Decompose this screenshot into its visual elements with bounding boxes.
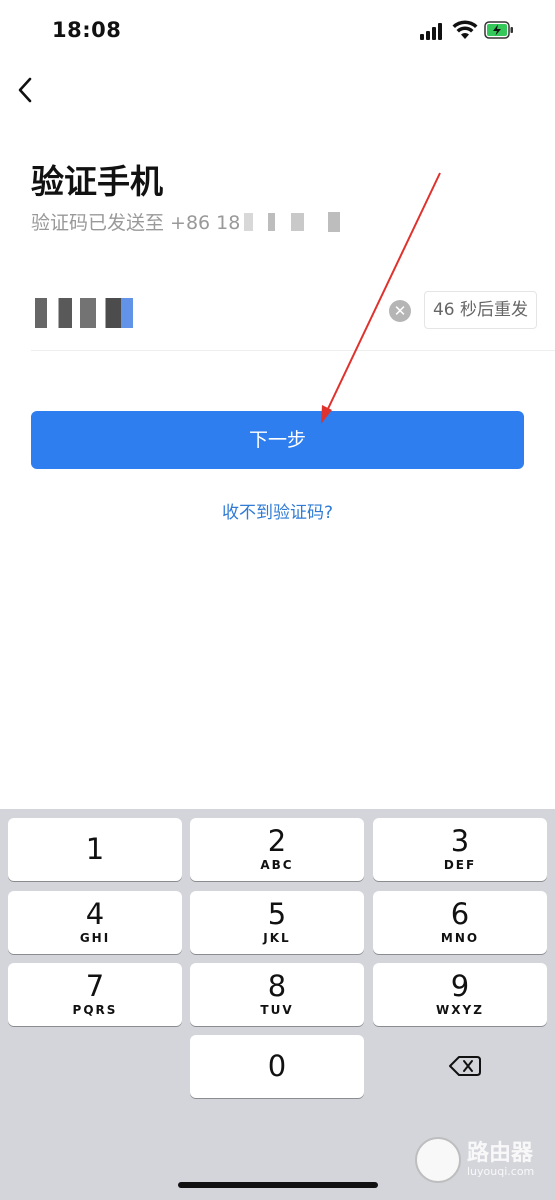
battery-charging-icon (484, 21, 513, 39)
key-9[interactable]: 9 WXYZ (373, 963, 547, 1026)
resend-countdown-button[interactable]: 46 秒后重发 (424, 291, 537, 329)
clear-input-icon[interactable]: ✕ (389, 300, 411, 322)
key-7[interactable]: 7 PQRS (8, 963, 182, 1026)
key-digit: 4 (85, 897, 105, 931)
status-bar: 18:08 (0, 0, 555, 62)
key-letters: TUV (260, 1003, 294, 1017)
phone-number-mask (244, 212, 305, 231)
verification-code-value-redacted (35, 298, 133, 328)
back-arrow-icon[interactable] (14, 75, 44, 105)
key-letters: MNO (440, 931, 480, 945)
watermark-url: luyouqi.com (467, 1165, 535, 1178)
key-5[interactable]: 5 JKL (190, 891, 364, 954)
key-letters: DEF (443, 858, 477, 872)
wifi-icon (452, 20, 478, 39)
phone-number-mask-2 (328, 211, 341, 232)
key-letters: JKL (263, 931, 291, 945)
key-8[interactable]: 8 TUV (190, 963, 364, 1026)
key-digit: 1 (85, 832, 105, 866)
key-letters: GHI (79, 931, 111, 945)
code-sent-notice: 验证码已发送至 +86 18 (31, 208, 341, 235)
key-6[interactable]: 6 MNO (373, 891, 547, 954)
key-digit: 8 (267, 969, 287, 1003)
key-letters: PQRS (72, 1003, 118, 1017)
home-indicator[interactable] (178, 1182, 378, 1188)
key-digit: 7 (85, 969, 105, 1003)
status-time: 18:08 (52, 18, 122, 42)
key-4[interactable]: 4 GHI (8, 891, 182, 954)
key-2[interactable]: 2 ABC (190, 818, 364, 881)
key-3[interactable]: 3 DEF (373, 818, 547, 881)
key-0[interactable]: 0 (190, 1035, 364, 1098)
watermark-title: 路由器 (467, 1141, 534, 1166)
page-title: 验证手机 (31, 162, 163, 201)
backspace-key[interactable] (373, 1035, 547, 1098)
no-code-received-link[interactable]: 收不到验证码? (0, 498, 555, 523)
watermark-logo: 路由器 luyouqi.com (415, 1137, 534, 1183)
key-letters: ABC (260, 858, 294, 872)
key-digit: 5 (267, 897, 287, 931)
code-sent-text: 验证码已发送至 +86 18 (31, 212, 241, 234)
key-digit: 0 (267, 1049, 287, 1083)
key-digit: 2 (267, 824, 287, 858)
next-step-button[interactable]: 下一步 (31, 411, 524, 469)
router-logo-icon (415, 1137, 461, 1183)
key-1[interactable]: 1 (8, 818, 182, 881)
backspace-icon (449, 1056, 481, 1076)
key-letters: WXYZ (436, 1003, 484, 1017)
key-digit: 3 (450, 824, 470, 858)
verification-code-field[interactable]: ✕ 46 秒后重发 (31, 288, 555, 351)
cellular-signal-icon (420, 22, 446, 40)
key-digit: 9 (450, 969, 470, 1003)
key-digit: 6 (450, 897, 470, 931)
